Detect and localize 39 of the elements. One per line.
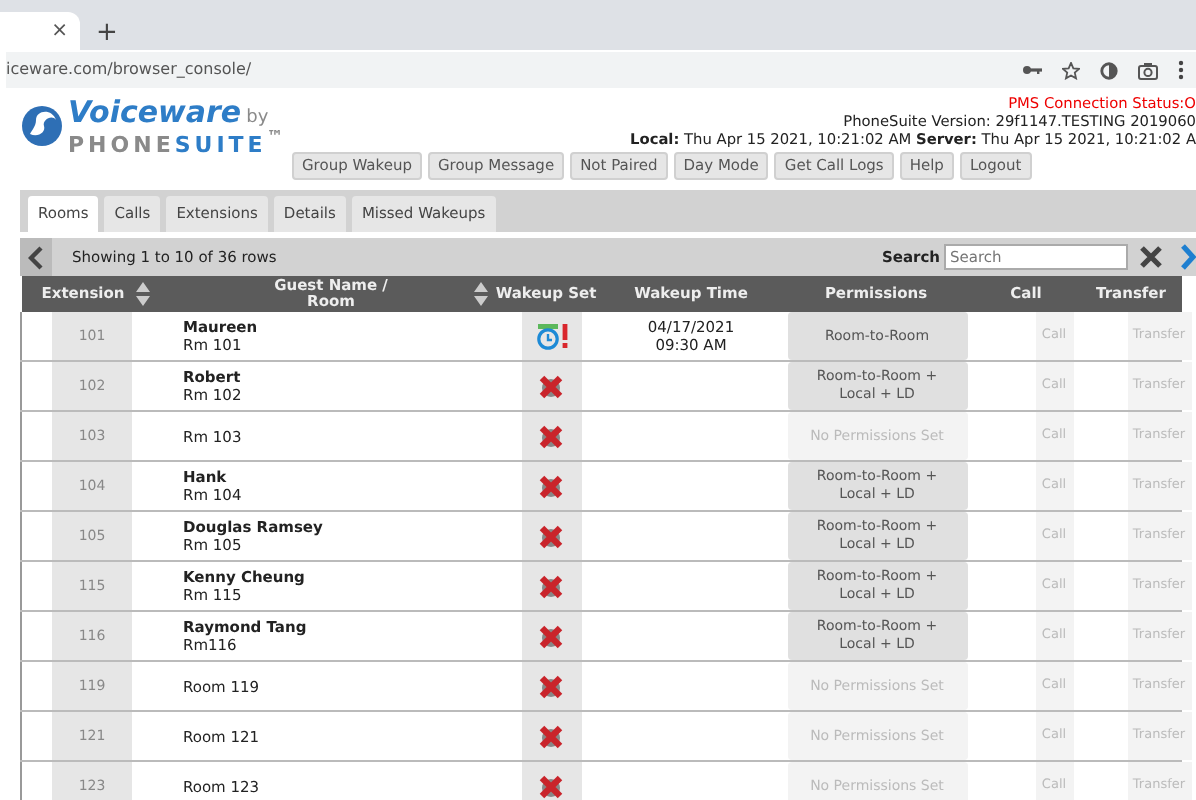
wakeup-status-cell[interactable] bbox=[521, 462, 581, 511]
no-wakeup-icon bbox=[538, 673, 564, 700]
clear-search-icon[interactable] bbox=[1140, 246, 1162, 268]
wakeup-status-cell[interactable] bbox=[521, 562, 581, 611]
no-wakeup-icon bbox=[538, 373, 564, 400]
logo-brand-text: PHONE SUITE$^{™}$ bbox=[68, 133, 288, 155]
logo-wordmark: Voiceware bbox=[68, 94, 242, 130]
no-wakeup-icon bbox=[538, 773, 564, 800]
camera-icon[interactable] bbox=[1138, 61, 1158, 79]
alarm-clock-icon bbox=[535, 323, 559, 350]
logo-icon bbox=[20, 104, 64, 149]
alert-icon bbox=[561, 324, 567, 349]
logo-by-text: by bbox=[246, 108, 269, 128]
no-wakeup-icon bbox=[538, 573, 564, 600]
wakeup-status-cell[interactable] bbox=[521, 762, 581, 800]
wakeup-status-cell[interactable] bbox=[521, 662, 581, 711]
chevron-left-icon bbox=[28, 245, 44, 269]
next-page-icon[interactable] bbox=[1180, 244, 1196, 270]
menu-icon[interactable] bbox=[1178, 60, 1184, 80]
no-wakeup-icon bbox=[538, 423, 564, 450]
wakeup-status-cell[interactable] bbox=[521, 312, 581, 361]
close-icon[interactable]: × bbox=[51, 16, 68, 46]
key-icon[interactable] bbox=[1022, 64, 1042, 76]
no-wakeup-icon bbox=[538, 523, 564, 550]
previous-page-button[interactable] bbox=[20, 238, 52, 276]
address-bar[interactable]: iceware.com/browser_console/ bbox=[6, 52, 1010, 88]
wakeup-status-cell[interactable] bbox=[521, 612, 581, 661]
no-wakeup-icon bbox=[538, 623, 564, 650]
wakeup-status-cell[interactable] bbox=[521, 412, 581, 461]
wakeup-status-cell[interactable] bbox=[521, 362, 581, 411]
no-wakeup-icon bbox=[538, 723, 564, 750]
extension-icon[interactable] bbox=[1100, 61, 1118, 79]
wakeup-status-cell[interactable] bbox=[521, 712, 581, 761]
star-icon[interactable] bbox=[1062, 61, 1080, 79]
no-wakeup-icon bbox=[538, 473, 564, 500]
sort-icon[interactable] bbox=[473, 282, 487, 306]
wakeup-status-cell[interactable] bbox=[521, 512, 581, 561]
sort-icon[interactable] bbox=[136, 284, 151, 303]
new-tab-button[interactable]: + bbox=[96, 20, 118, 46]
